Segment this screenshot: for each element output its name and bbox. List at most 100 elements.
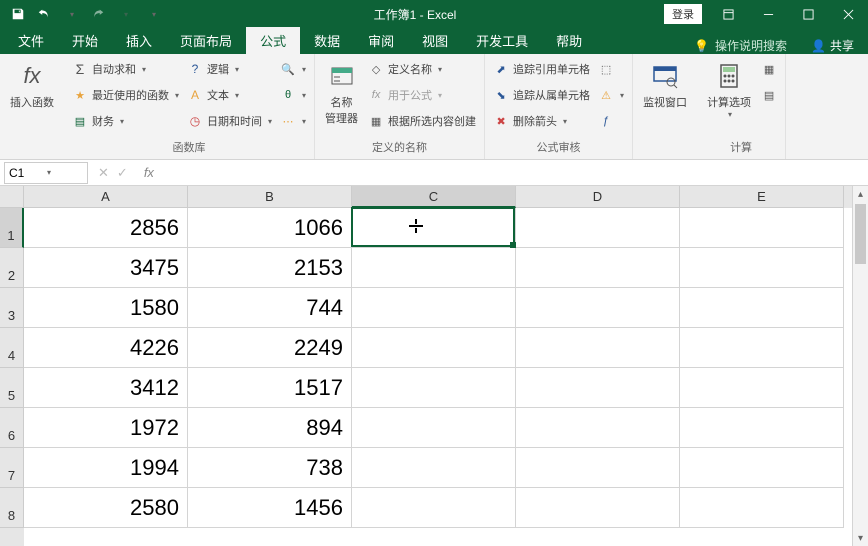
remove-arrows-button[interactable]: ✖删除箭头▾ bbox=[489, 108, 594, 134]
cell[interactable] bbox=[516, 288, 680, 328]
cell[interactable] bbox=[680, 408, 844, 448]
cell[interactable]: 2249 bbox=[188, 328, 352, 368]
cell[interactable] bbox=[516, 448, 680, 488]
undo-dropdown[interactable]: ▾ bbox=[60, 2, 84, 26]
tab-文件[interactable]: 文件 bbox=[4, 27, 58, 54]
cell[interactable] bbox=[516, 488, 680, 528]
redo-icon[interactable] bbox=[86, 2, 110, 26]
select-all-corner[interactable] bbox=[0, 186, 24, 208]
autosum-button[interactable]: Σ自动求和▾ bbox=[68, 56, 183, 82]
cell[interactable]: 1517 bbox=[188, 368, 352, 408]
cell[interactable] bbox=[680, 448, 844, 488]
row-header[interactable]: 5 bbox=[0, 368, 24, 408]
create-from-selection-button[interactable]: ▦根据所选内容创建 bbox=[364, 108, 480, 134]
cell[interactable]: 894 bbox=[188, 408, 352, 448]
column-header[interactable]: A bbox=[24, 186, 188, 208]
row-header[interactable]: 4 bbox=[0, 328, 24, 368]
scroll-down-icon[interactable]: ▾ bbox=[853, 530, 868, 546]
cell[interactable] bbox=[680, 288, 844, 328]
watch-window-button[interactable]: 监视窗口 bbox=[637, 56, 693, 157]
cell[interactable] bbox=[680, 368, 844, 408]
cell[interactable] bbox=[680, 248, 844, 288]
close-icon[interactable] bbox=[828, 0, 868, 28]
cell[interactable]: 4226 bbox=[24, 328, 188, 368]
column-header[interactable]: E bbox=[680, 186, 844, 208]
cell[interactable]: 1066 bbox=[188, 208, 352, 248]
cell[interactable]: 2153 bbox=[188, 248, 352, 288]
cell[interactable]: 3412 bbox=[24, 368, 188, 408]
maximize-icon[interactable] bbox=[788, 0, 828, 28]
row-header[interactable]: 8 bbox=[0, 488, 24, 528]
scroll-up-icon[interactable]: ▴ bbox=[853, 186, 868, 202]
chevron-down-icon[interactable]: ▾ bbox=[47, 168, 83, 177]
cell[interactable]: 744 bbox=[188, 288, 352, 328]
cell[interactable] bbox=[352, 328, 516, 368]
column-header[interactable]: B bbox=[188, 186, 352, 208]
tab-开始[interactable]: 开始 bbox=[58, 27, 112, 54]
calc-options-button[interactable]: 计算选项▾ bbox=[701, 56, 757, 137]
error-check-button[interactable]: ⚠▾ bbox=[594, 82, 628, 108]
cell[interactable]: 2580 bbox=[24, 488, 188, 528]
logical-button[interactable]: ?逻辑▾ bbox=[183, 56, 276, 82]
tab-开发工具[interactable]: 开发工具 bbox=[462, 27, 542, 54]
undo-icon[interactable] bbox=[32, 2, 56, 26]
cell[interactable] bbox=[352, 208, 516, 248]
minimize-icon[interactable] bbox=[748, 0, 788, 28]
row-header[interactable]: 3 bbox=[0, 288, 24, 328]
cell[interactable] bbox=[352, 368, 516, 408]
cell[interactable]: 1580 bbox=[24, 288, 188, 328]
recent-functions-button[interactable]: ★最近使用的函数▾ bbox=[68, 82, 183, 108]
cell[interactable] bbox=[352, 448, 516, 488]
cell[interactable]: 3475 bbox=[24, 248, 188, 288]
login-button[interactable]: 登录 bbox=[664, 4, 702, 24]
column-headers[interactable]: ABCDE bbox=[24, 186, 852, 208]
cell[interactable] bbox=[516, 408, 680, 448]
tab-数据[interactable]: 数据 bbox=[300, 27, 354, 54]
tab-插入[interactable]: 插入 bbox=[112, 27, 166, 54]
save-icon[interactable] bbox=[6, 2, 30, 26]
ribbon-options-icon[interactable] bbox=[708, 0, 748, 28]
column-header[interactable]: C bbox=[352, 186, 516, 208]
cell[interactable] bbox=[516, 368, 680, 408]
formula-input[interactable] bbox=[160, 162, 868, 184]
row-headers[interactable]: 12345678 bbox=[0, 208, 24, 546]
show-formulas-button[interactable]: ⬚ bbox=[594, 56, 628, 82]
qat-customize[interactable]: ▾ bbox=[142, 2, 166, 26]
cell[interactable] bbox=[352, 288, 516, 328]
cell[interactable]: 1994 bbox=[24, 448, 188, 488]
tab-公式[interactable]: 公式 bbox=[246, 27, 300, 54]
evaluate-button[interactable]: ƒ bbox=[594, 108, 628, 134]
financial-button[interactable]: ▤财务▾ bbox=[68, 108, 183, 134]
calc-sheet-button[interactable]: ▤ bbox=[757, 82, 781, 108]
name-manager-button[interactable]: 名称 管理器 bbox=[319, 56, 364, 137]
cell[interactable]: 1972 bbox=[24, 408, 188, 448]
use-in-formula-button[interactable]: fx用于公式▾ bbox=[364, 82, 480, 108]
insert-function-button[interactable]: fx 插入函数 bbox=[4, 56, 60, 157]
datetime-button[interactable]: ◷日期和时间▾ bbox=[183, 108, 276, 134]
tell-me-search[interactable]: 💡 操作说明搜索 bbox=[684, 37, 797, 54]
row-header[interactable]: 2 bbox=[0, 248, 24, 288]
row-header[interactable]: 1 bbox=[0, 208, 24, 248]
cell[interactable] bbox=[680, 488, 844, 528]
cell[interactable]: 1456 bbox=[188, 488, 352, 528]
tab-视图[interactable]: 视图 bbox=[408, 27, 462, 54]
row-header[interactable]: 7 bbox=[0, 448, 24, 488]
math-button[interactable]: θ▾ bbox=[276, 82, 310, 108]
row-header[interactable]: 6 bbox=[0, 408, 24, 448]
tab-页面布局[interactable]: 页面布局 bbox=[166, 27, 246, 54]
cell[interactable] bbox=[352, 248, 516, 288]
lookup-button[interactable]: 🔍▾ bbox=[276, 56, 310, 82]
share-button[interactable]: 👤 共享 bbox=[797, 37, 868, 54]
column-header[interactable]: D bbox=[516, 186, 680, 208]
name-box[interactable]: C1▾ bbox=[4, 162, 88, 184]
vertical-scrollbar[interactable]: ▴ ▾ bbox=[852, 186, 868, 546]
cell[interactable]: 738 bbox=[188, 448, 352, 488]
text-button[interactable]: A文本▾ bbox=[183, 82, 276, 108]
tab-审阅[interactable]: 审阅 bbox=[354, 27, 408, 54]
cell[interactable] bbox=[516, 248, 680, 288]
tab-帮助[interactable]: 帮助 bbox=[542, 27, 596, 54]
cell[interactable] bbox=[680, 328, 844, 368]
cell[interactable]: 2856 bbox=[24, 208, 188, 248]
calc-now-button[interactable]: ▦ bbox=[757, 56, 781, 82]
spreadsheet-grid[interactable]: ABCDE 12345678 2856106634752153158074442… bbox=[0, 186, 868, 546]
